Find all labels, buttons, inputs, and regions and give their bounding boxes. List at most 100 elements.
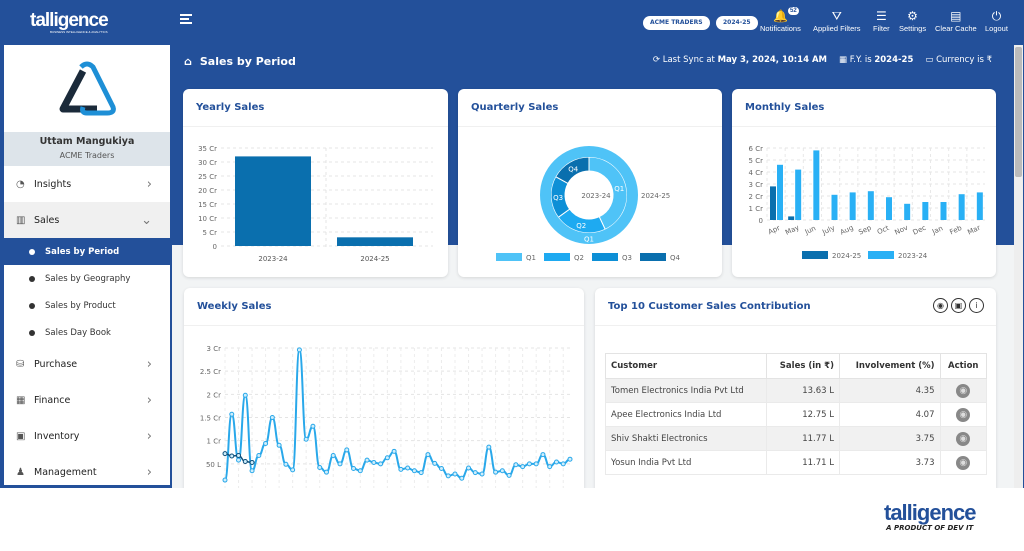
home-icon[interactable]: ⌂ — [184, 55, 192, 68]
data-point — [222, 477, 228, 483]
chevron-down-icon: ⌄ — [141, 212, 152, 228]
column-header[interactable]: Customer — [605, 353, 767, 379]
view-action[interactable]: ◉ — [939, 450, 987, 475]
page-title: Sales by Period — [199, 55, 296, 68]
settings-button[interactable]: ⚙ Settings — [899, 8, 926, 33]
x-tick-label: Apr — [767, 224, 781, 236]
data-point — [526, 461, 532, 467]
info-icon[interactable]: i — [969, 298, 984, 313]
involvement-value: 4.07 — [838, 402, 941, 427]
data-point — [533, 461, 539, 467]
card-title: Yearly Sales — [183, 89, 448, 127]
data-point — [432, 460, 438, 466]
chart-icon: ▥ — [16, 214, 26, 226]
bar-2023-24-Feb — [958, 194, 965, 220]
legend-swatch — [592, 253, 618, 261]
data-point — [391, 448, 397, 454]
data-point — [283, 461, 289, 467]
view-action[interactable]: ◉ — [939, 378, 987, 403]
column-header[interactable]: Involvement (%) — [838, 353, 941, 379]
sidebar-item-sales[interactable]: ▥ Sales ⌄ — [4, 202, 170, 238]
sidebar-item-inventory[interactable]: ▣ Inventory › — [4, 418, 170, 454]
sidebar-subitem-sales-by-period[interactable]: Sales by Period — [4, 238, 170, 265]
data-point — [378, 461, 384, 467]
label: Insights — [34, 178, 72, 190]
view-action[interactable]: ◉ — [939, 402, 987, 427]
company-pill[interactable]: ACME TRADERS — [643, 16, 710, 30]
scrollbar[interactable] — [1014, 45, 1023, 488]
label: F.Y. is — [849, 55, 872, 65]
bar-2023-24 — [235, 156, 311, 246]
export-icon[interactable]: ▣ — [951, 298, 966, 313]
bar-2023-24-Aug — [849, 192, 856, 220]
data-point — [263, 440, 269, 446]
data-point — [337, 461, 343, 467]
column-header[interactable]: Sales (in ₹) — [766, 353, 840, 379]
bar-2023-24-Apr — [777, 164, 783, 220]
eye-icon[interactable]: ◉ — [956, 455, 971, 470]
eye-icon[interactable]: ◉ — [956, 431, 971, 446]
data-point — [296, 347, 302, 353]
label: Last Sync at — [662, 55, 715, 65]
clear-cache-button[interactable]: ▤ Clear Cache — [935, 8, 977, 33]
weekly-sales-card: Weekly Sales 50 L 1 Cr 1.5 Cr 2 Cr 2.5 Cr 3 C… — [184, 288, 584, 488]
data-point — [438, 465, 444, 471]
company-logo — [4, 45, 170, 132]
filter-button[interactable]: ☰ Filter — [873, 8, 890, 33]
data-point — [222, 451, 228, 457]
view-action[interactable]: ◉ — [939, 426, 987, 451]
y-tick-label: 2 Cr — [207, 391, 222, 399]
data-point — [290, 467, 296, 473]
bar-2023-24-Jun — [813, 150, 820, 220]
y-tick-label: 4 Cr — [749, 169, 764, 177]
y-tick-label: 1.5 Cr — [200, 415, 221, 423]
logout-button[interactable]: ⏻ Logout — [985, 8, 1008, 33]
chevron-right-icon: › — [146, 356, 152, 372]
main-content: ⌂ Sales by Period ⟳ Last Sync at May 3, 2… — [172, 45, 1014, 488]
hamburger-menu-icon[interactable] — [180, 14, 192, 24]
eye-icon[interactable]: ◉ — [956, 383, 971, 398]
data-point — [520, 464, 526, 470]
x-tick-label: July — [820, 224, 836, 237]
legend-label: Q2 — [574, 254, 584, 262]
brand-logo[interactable]: talligence BUSINESS INTELLIGENCE & ANALYT… — [30, 10, 109, 34]
legend-swatch — [802, 251, 828, 259]
ring-label: 2024-25 — [641, 192, 670, 200]
year-pill[interactable]: 2024-25 — [716, 16, 758, 30]
legend-label: 2023-24 — [898, 252, 928, 260]
weekly-sales-chart: 50 L 1 Cr 1.5 Cr 2 Cr 2.5 Cr 3 Cr — [200, 345, 573, 488]
applied-filters-button[interactable]: ⛛ Applied Filters — [813, 8, 861, 33]
sidebar-item-insights[interactable]: ◔ Insights › — [4, 166, 170, 202]
view-icon[interactable]: ◉ — [933, 298, 948, 313]
sidebar-item-purchase[interactable]: ⛁ Purchase › — [4, 346, 170, 382]
eye-icon[interactable]: ◉ — [956, 407, 971, 422]
data-point — [425, 452, 431, 458]
data-point — [229, 411, 235, 417]
bar-2024-25 — [337, 237, 413, 246]
legend-swatch — [496, 253, 522, 261]
label: Clear Cache — [935, 24, 977, 33]
sidebar-subitem-sales-day-book[interactable]: Sales Day Book — [4, 319, 170, 346]
sync-icon[interactable]: ⟳ — [653, 55, 660, 65]
data-point — [486, 444, 492, 450]
sidebar-item-management[interactable]: ♟ Management › — [4, 454, 170, 485]
y-tick-label: 2 Cr — [749, 193, 764, 201]
legend-swatch — [544, 253, 570, 261]
legend-label: Q4 — [670, 254, 681, 262]
data-point — [472, 470, 478, 476]
data-point — [553, 459, 559, 465]
sidebar-subitem-sales-by-product[interactable]: Sales by Product — [4, 292, 170, 319]
sales-value: 11.71 L — [766, 450, 840, 475]
customer-name: Yosun India Pvt Ltd — [605, 450, 767, 475]
data-point — [242, 459, 248, 465]
sidebar-subitem-sales-by-geography[interactable]: Sales by Geography — [4, 265, 170, 292]
y-tick-label: 20 Cr — [198, 187, 217, 195]
y-tick-label: 2.5 Cr — [200, 368, 221, 376]
card-title: Weekly Sales — [184, 288, 584, 326]
yearly-sales-card: Yearly Sales 0 5 Cr 10 Cr 15 Cr 20 Cr 25 Cr 30… — [183, 89, 448, 277]
scrollbar-thumb[interactable] — [1015, 47, 1022, 177]
data-point — [317, 465, 323, 471]
data-point — [506, 472, 512, 478]
notifications-button[interactable]: 🔔 52 Notifications — [760, 7, 801, 33]
sidebar-item-finance[interactable]: ▦ Finance › — [4, 382, 170, 418]
